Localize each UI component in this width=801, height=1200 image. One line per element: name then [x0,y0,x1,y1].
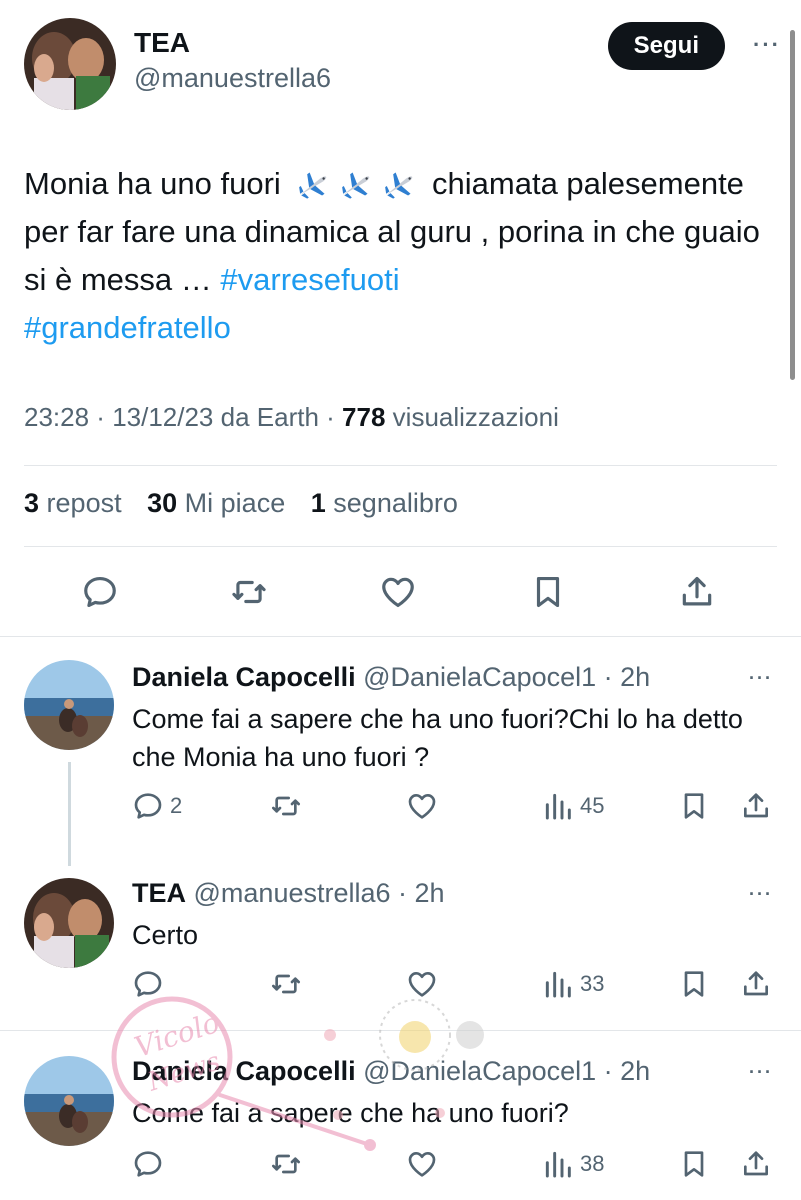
divider [0,636,801,637]
airplane-icon [293,169,333,203]
reply-author-handle[interactable]: @manuestrella6 [194,878,391,908]
views-label: visualizzazioni [392,402,559,432]
share-icon[interactable] [740,1148,772,1180]
likes-stat[interactable]: 30 Mi piace [147,488,285,518]
repost-icon[interactable] [270,1148,302,1180]
reposts-label: repost [46,488,122,518]
reply-author-name[interactable]: Daniela Capocelli [132,1056,356,1086]
reply-action-bar: 38 [132,1148,777,1188]
divider [24,465,777,466]
views-icon[interactable]: 33 [542,968,604,1000]
like-icon[interactable] [376,570,420,614]
reply-author-name[interactable]: Daniela Capocelli [132,662,356,692]
views-count: 38 [580,1151,605,1176]
reply-age[interactable]: 2h [415,878,445,908]
share-icon[interactable] [675,570,719,614]
reply-author-handle[interactable]: @DanielaCapocel1 [363,662,596,692]
repost-icon[interactable] [270,968,302,1000]
reply-action-bar: 2 45 [132,790,777,830]
tweet-text-start: Monia ha uno fuori [24,166,281,201]
airplane-emojis [293,169,419,203]
reply-author-handle[interactable]: @DanielaCapocel1 [363,1056,596,1086]
hashtag-link[interactable]: #varresefuoti [220,262,399,297]
reply-count: 2 [170,793,183,818]
bookmark-icon[interactable] [678,968,710,1000]
main-action-bar [24,570,777,618]
reply-text: Come fai a sapere che ha uno fuori? [132,1098,569,1128]
scrollbar[interactable] [790,30,795,380]
likes-count: 30 [147,488,178,518]
airplane-icon [336,169,376,203]
like-icon[interactable] [406,790,438,822]
avatar[interactable] [24,18,116,110]
bookmarks-label: segnalibro [333,488,458,518]
like-icon[interactable] [406,968,438,1000]
repost-icon[interactable] [227,570,271,614]
views-count: 33 [580,971,605,996]
author-handle[interactable]: @manuestrella6 [134,60,331,96]
tweet-meta: 23:28 · 13/12/23 da Earth · 778 visualiz… [24,402,559,432]
reply-age[interactable]: 2h [620,662,650,692]
more-icon[interactable]: ··· [749,884,773,905]
tweet-date[interactable]: 13/12/23 [112,402,213,432]
more-icon[interactable]: ··· [749,1062,773,1083]
avatar[interactable] [24,1056,114,1146]
share-icon[interactable] [740,968,772,1000]
reposts-count: 3 [24,488,40,518]
reposts-stat[interactable]: 3 repost [24,488,122,518]
avatar[interactable] [24,878,114,968]
author-name[interactable]: TEA [134,26,331,60]
reply-header: Daniela Capocelli @DanielaCapocel1 · 2h [132,1056,651,1086]
follow-button[interactable]: Segui [607,22,725,70]
bookmark-icon[interactable] [678,790,710,822]
bookmarks-stat[interactable]: 1 segnalibro [311,488,458,518]
tweet-text: Monia ha uno fuori chiamata palesemente … [24,160,764,352]
divider [24,546,777,547]
reply-age[interactable]: 2h [620,1056,650,1086]
tweet-source: da Earth [220,402,319,432]
likes-label: Mi piace [184,488,286,518]
thread-line [68,762,71,866]
share-icon[interactable] [740,790,772,822]
reply-text: Come fai a sapere che ha uno fuori?Chi l… [132,704,743,772]
reply-action-bar: 33 [132,968,777,1008]
reply-icon[interactable] [132,968,170,1000]
bookmark-icon[interactable] [678,1148,710,1180]
tweet-stats: 3 repost 30 Mi piace 1 segnalibro [24,488,476,519]
reply-icon[interactable]: 2 [132,790,182,822]
views-icon[interactable]: 45 [542,790,604,822]
reply-header: Daniela Capocelli @DanielaCapocel1 · 2h [132,662,651,692]
more-icon[interactable]: ··· [753,32,781,58]
reply-icon[interactable] [78,570,122,614]
avatar[interactable] [24,660,114,750]
main-tweet-header: TEA @manuestrella6 Segui ··· [24,18,781,114]
reply-header: TEA @manuestrella6 · 2h [132,878,445,908]
views-icon[interactable]: 38 [542,1148,604,1180]
bookmarks-count: 1 [310,488,326,518]
like-icon[interactable] [406,1148,438,1180]
reply-author-name[interactable]: TEA [132,878,186,908]
divider [0,1030,801,1031]
hashtag-link[interactable]: #grandefratello [24,310,231,345]
reply-text: Certo [132,920,199,950]
views-count: 778 [342,402,386,432]
bookmark-icon[interactable] [526,570,570,614]
airplane-icon [379,169,419,203]
views-count: 45 [580,793,605,818]
more-icon[interactable]: ··· [749,668,773,689]
tweet-time[interactable]: 23:28 [24,402,89,432]
reply-icon[interactable] [132,1148,170,1180]
repost-icon[interactable] [270,790,302,822]
